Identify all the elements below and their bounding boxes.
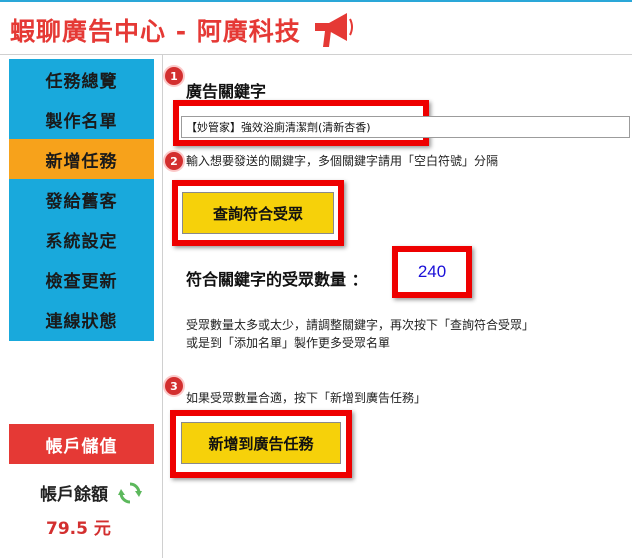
keyword-input[interactable] <box>181 116 630 138</box>
sidebar-item-add-task[interactable]: 新增任務 <box>9 139 154 179</box>
audience-count-label: 符合關鍵字的受眾數量 ： <box>186 270 368 289</box>
adjust-hint: 受眾數量太多或太少，請調整關鍵字，再次按下「查詢符合受眾」 或是到「添加名單」製… <box>186 316 534 352</box>
sidebar-item-system-settings[interactable]: 系統設定 <box>9 219 154 259</box>
app-header: 蝦聊廣告中心 - 阿廣科技 <box>10 8 355 52</box>
step-three-badge: 3 <box>165 377 183 395</box>
step-one-badge: 1 <box>165 67 183 85</box>
header-divider <box>0 54 632 55</box>
balance-label: 帳戶餘額 <box>40 485 108 505</box>
account-topup-button[interactable]: 帳戶儲值 <box>9 424 154 464</box>
sidebar-item-task-overview[interactable]: 任務總覽 <box>9 59 154 99</box>
query-audience-button[interactable]: 查詢符合受眾 <box>182 192 334 234</box>
app-title: 蝦聊廣告中心 - 阿廣科技 <box>10 17 301 46</box>
refresh-icon[interactable] <box>118 481 142 505</box>
sidebar-item-send-old-customers[interactable]: 發給舊客 <box>9 179 154 219</box>
add-to-campaign-button[interactable]: 新增到廣告任務 <box>181 422 341 464</box>
sidebar-item-check-update[interactable]: 檢查更新 <box>9 259 154 299</box>
balance-value: 79.5 元 <box>46 519 111 539</box>
sidebar-item-make-list[interactable]: 製作名單 <box>9 99 154 139</box>
balance-row: 帳戶餘額 <box>40 480 142 505</box>
audience-count-value: 240 <box>417 262 447 281</box>
sidebar-item-connection-status[interactable]: 連線狀態 <box>9 299 154 339</box>
keyword-label: 廣告關鍵字 <box>186 82 267 101</box>
add-hint: 如果受眾數量合適，按下「新增到廣告任務」 <box>186 391 427 405</box>
megaphone-icon <box>314 13 353 47</box>
adjust-hint-line2: 或是到「添加名單」製作更多受眾名單 <box>186 336 391 350</box>
sidebar-divider <box>162 54 163 558</box>
sidebar-nav: 任務總覽 製作名單 新增任務 發給舊客 系統設定 檢查更新 連線狀態 <box>9 59 154 341</box>
keyword-hint: 輸入想要發送的關鍵字，多個關鍵字請用「空白符號」分隔 <box>186 154 499 168</box>
adjust-hint-line1: 受眾數量太多或太少，請調整關鍵字，再次按下「查詢符合受眾」 <box>186 318 535 332</box>
top-accent-bar <box>0 0 632 2</box>
step-two-badge: 2 <box>165 152 183 170</box>
